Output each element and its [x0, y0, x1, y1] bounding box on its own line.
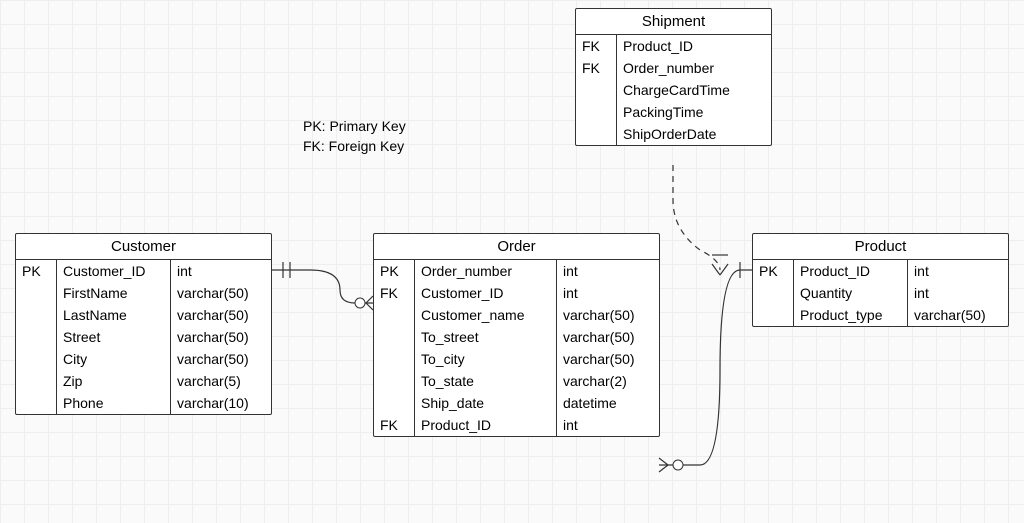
entity-table: FKProduct_ID FKOrder_number ChargeCardTi… — [576, 35, 771, 145]
entity-order: Order PKOrder_numberint FKCustomer_IDint… — [373, 233, 660, 437]
entity-table: PKOrder_numberint FKCustomer_IDint Custo… — [374, 260, 659, 436]
legend-pk: PK: Primary Key — [303, 117, 406, 137]
entity-title: Order — [374, 234, 659, 260]
table-row: Zipvarchar(5) — [16, 370, 271, 392]
table-row: Customer_namevarchar(50) — [374, 304, 659, 326]
legend-fk: FK: Foreign Key — [303, 137, 406, 157]
table-row: Cityvarchar(50) — [16, 348, 271, 370]
table-row: PKProduct_IDint — [753, 260, 1008, 282]
entity-title: Customer — [16, 234, 271, 260]
table-row: FKProduct_ID — [576, 35, 771, 57]
table-row: PKOrder_numberint — [374, 260, 659, 282]
entity-title: Product — [753, 234, 1008, 260]
table-row: LastNamevarchar(50) — [16, 304, 271, 326]
table-row: Streetvarchar(50) — [16, 326, 271, 348]
table-row: PackingTime — [576, 101, 771, 123]
table-row: To_statevarchar(2) — [374, 370, 659, 392]
entity-product: Product PKProduct_IDint Quantityint Prod… — [752, 233, 1009, 327]
table-row: Quantityint — [753, 282, 1008, 304]
table-row: ChargeCardTime — [576, 79, 771, 101]
table-row: PKCustomer_IDint — [16, 260, 271, 282]
legend: PK: Primary Key FK: Foreign Key — [303, 117, 406, 156]
entity-shipment: Shipment FKProduct_ID FKOrder_number Cha… — [575, 8, 772, 146]
table-row: To_cityvarchar(50) — [374, 348, 659, 370]
table-row: Phonevarchar(10) — [16, 392, 271, 414]
table-row: FKProduct_IDint — [374, 414, 659, 436]
entity-table: PKProduct_IDint Quantityint Product_type… — [753, 260, 1008, 326]
table-row: Ship_datedatetime — [374, 392, 659, 414]
rel-customer-order — [271, 270, 373, 303]
rel-shipment-order — [673, 165, 720, 270]
rel-order-product — [659, 270, 752, 465]
table-row: FKOrder_number — [576, 57, 771, 79]
table-row: FKCustomer_IDint — [374, 282, 659, 304]
table-row: Product_typevarchar(50) — [753, 304, 1008, 326]
entity-customer: Customer PKCustomer_IDint FirstNamevarch… — [15, 233, 272, 415]
entity-title: Shipment — [576, 9, 771, 35]
table-row: ShipOrderDate — [576, 123, 771, 145]
erd-canvas: PK: Primary Key FK: Foreign Key Shipment… — [0, 0, 1024, 523]
table-row: FirstNamevarchar(50) — [16, 282, 271, 304]
table-row: To_streetvarchar(50) — [374, 326, 659, 348]
entity-table: PKCustomer_IDint FirstNamevarchar(50) La… — [16, 260, 271, 414]
